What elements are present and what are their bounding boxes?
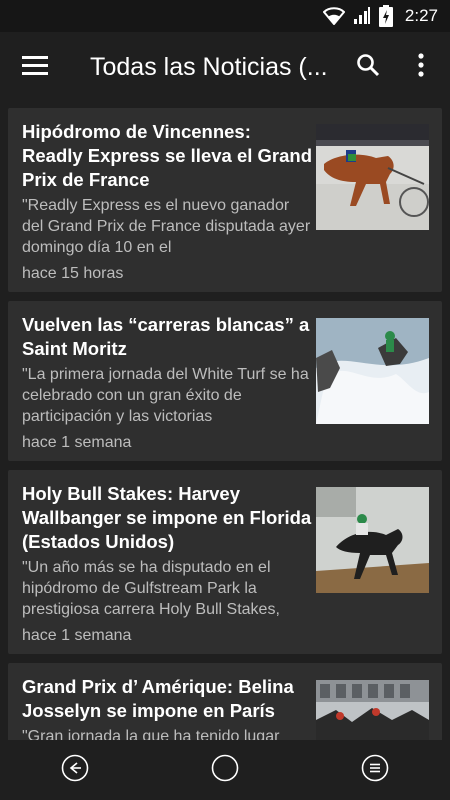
news-card-text: Grand Prix d’ Amérique: Belina Josselyn … xyxy=(22,675,312,740)
news-card-thumbnail[interactable] xyxy=(316,487,429,593)
status-bar: 2:27 xyxy=(0,0,450,32)
back-icon xyxy=(61,754,89,787)
search-button[interactable] xyxy=(350,49,386,85)
news-card-snippet: "La primera jornada del White Turf se ha… xyxy=(22,366,309,425)
news-card-thumbnail[interactable] xyxy=(316,318,429,424)
news-feed[interactable]: Hipódromo de Vincennes: Readly Express s… xyxy=(8,108,442,740)
news-card-thumbnail[interactable] xyxy=(316,124,429,230)
app-bar: Todas las Noticias (... xyxy=(0,32,450,102)
more-options-button[interactable] xyxy=(406,49,436,85)
system-navigation-bar xyxy=(0,740,450,800)
battery-charging-icon xyxy=(378,5,393,27)
home-icon xyxy=(211,754,239,787)
news-card-title: Hipódromo de Vincennes: Readly Express s… xyxy=(22,121,312,190)
wifi-icon xyxy=(322,7,345,25)
news-card[interactable]: Holy Bull Stakes: Harvey Wallbanger se i… xyxy=(8,470,442,654)
cell-signal-icon xyxy=(353,7,371,25)
more-vert-icon xyxy=(418,52,424,82)
news-card-title: Holy Bull Stakes: Harvey Wallbanger se i… xyxy=(22,483,312,552)
status-time: 2:27 xyxy=(404,6,438,25)
news-card-thumbnail[interactable] xyxy=(316,680,429,740)
news-card-time: hace 1 semana xyxy=(22,627,132,644)
back-button[interactable] xyxy=(53,748,97,792)
news-card-title: Grand Prix d’ Amérique: Belina Josselyn … xyxy=(22,676,294,721)
page-title: Todas las Noticias (... xyxy=(90,52,328,81)
news-card-time: hace 15 horas xyxy=(22,265,124,282)
search-icon xyxy=(356,53,380,82)
news-card[interactable]: Grand Prix d’ Amérique: Belina Josselyn … xyxy=(8,663,442,740)
news-card-text: Holy Bull Stakes: Harvey Wallbanger se i… xyxy=(22,482,312,645)
news-card-snippet: "Un año más se ha disputado en el hipódr… xyxy=(22,559,280,618)
news-card[interactable]: Vuelven las “carreras blancas” a Saint M… xyxy=(8,301,442,461)
menu-icon xyxy=(22,55,48,80)
recents-icon xyxy=(361,754,389,787)
menu-button[interactable] xyxy=(0,32,70,102)
recents-button[interactable] xyxy=(353,748,397,792)
news-card-time: hace 1 semana xyxy=(22,434,132,451)
news-card[interactable]: Hipódromo de Vincennes: Readly Express s… xyxy=(8,108,442,292)
news-card-text: Hipódromo de Vincennes: Readly Express s… xyxy=(22,120,312,283)
news-card-text: Vuelven las “carreras blancas” a Saint M… xyxy=(22,313,312,452)
news-card-title: Vuelven las “carreras blancas” a Saint M… xyxy=(22,314,310,359)
news-card-snippet: "Readly Express es el nuevo ganador del … xyxy=(22,197,311,256)
home-button[interactable] xyxy=(203,748,247,792)
news-card-snippet: "Gran jornada la que ha tenido lugar xyxy=(22,728,280,740)
